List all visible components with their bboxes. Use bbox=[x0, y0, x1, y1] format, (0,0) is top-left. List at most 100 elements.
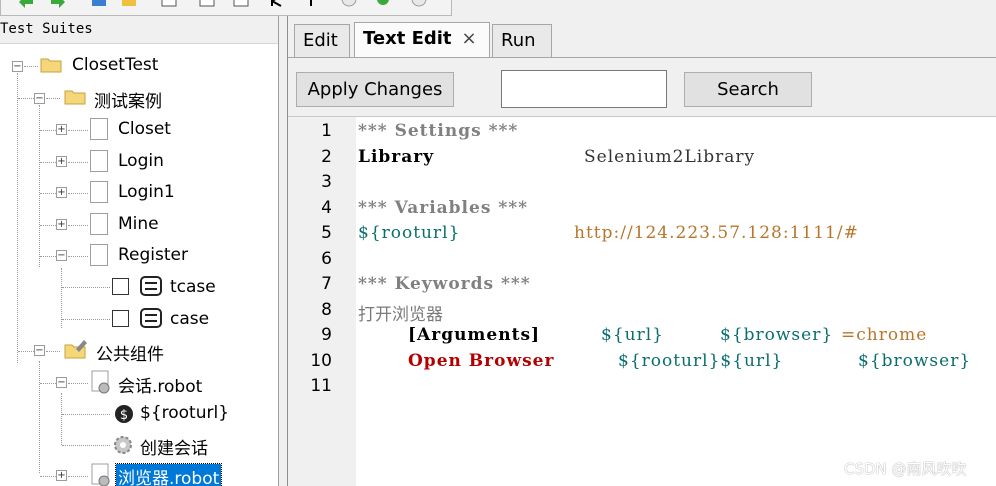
open-browser-browser-arg: ${browser} bbox=[858, 351, 972, 371]
search-button[interactable]: Search bbox=[684, 72, 812, 107]
text-editor[interactable]: 1 2 3 4 5 6 7 8 9 10 11 *** Settings ***… bbox=[288, 116, 996, 486]
case-checkbox[interactable] bbox=[112, 310, 129, 327]
argument-browser: ${browser} bbox=[720, 325, 834, 345]
tree-line bbox=[40, 383, 56, 384]
tree-item-test-cases[interactable]: 测试案例 bbox=[94, 87, 162, 112]
variables-header: *** Variables *** bbox=[358, 198, 528, 218]
expand-icon[interactable]: + bbox=[56, 187, 67, 198]
new-file-icon[interactable] bbox=[91, 0, 107, 10]
line-number: 11 bbox=[310, 376, 332, 396]
resource-file-icon bbox=[91, 463, 110, 486]
argument-default: =chrome bbox=[841, 325, 928, 345]
file-icon bbox=[90, 150, 108, 172]
line-number: 4 bbox=[321, 198, 332, 218]
tree-line bbox=[68, 476, 88, 477]
tab-text-edit[interactable]: Text Edit × bbox=[354, 22, 490, 58]
save-all-icon[interactable] bbox=[199, 0, 215, 10]
collapse-icon[interactable]: − bbox=[56, 250, 67, 261]
tree-item-mine[interactable]: Mine bbox=[118, 214, 159, 234]
refresh-icon[interactable] bbox=[375, 0, 391, 10]
tree-item-register[interactable]: Register bbox=[118, 245, 188, 265]
editor-panel: Edit Text Edit × Run Apply Changes Search… bbox=[287, 16, 996, 486]
expand-icon[interactable]: + bbox=[56, 470, 67, 481]
tab-run[interactable]: Run bbox=[492, 24, 552, 57]
tree-item-closettest[interactable]: ClosetTest bbox=[72, 55, 158, 75]
test-suites-header: Test Suites bbox=[0, 16, 278, 44]
tree-line bbox=[40, 256, 56, 257]
library-keyword: Library bbox=[358, 147, 435, 167]
collapse-icon[interactable]: − bbox=[12, 61, 23, 72]
open-folder-icon[interactable] bbox=[121, 0, 137, 10]
collapse-icon[interactable]: − bbox=[56, 377, 67, 388]
search-input[interactable] bbox=[501, 70, 667, 108]
line-number: 7 bbox=[321, 274, 332, 294]
expand-icon[interactable]: + bbox=[56, 124, 67, 135]
save-icon[interactable] bbox=[161, 0, 177, 10]
code-area[interactable]: *** Settings *** Library Selenium2Librar… bbox=[358, 117, 996, 486]
tree-line bbox=[62, 319, 110, 320]
tree-item-login[interactable]: Login bbox=[118, 151, 164, 171]
tab-edit[interactable]: Edit bbox=[294, 24, 350, 57]
tree-line bbox=[68, 225, 88, 226]
tree-item-login1[interactable]: Login1 bbox=[118, 182, 175, 202]
robot-icon bbox=[140, 308, 162, 328]
tab-edit-label: Edit bbox=[303, 30, 338, 51]
close-tab-icon[interactable]: × bbox=[462, 28, 477, 49]
editor-button-bar: Apply Changes Search bbox=[288, 58, 996, 116]
folder-icon bbox=[40, 58, 62, 73]
tree-line bbox=[46, 351, 60, 352]
tree-item-tcase[interactable]: tcase bbox=[170, 277, 216, 297]
cut-icon[interactable] bbox=[269, 0, 285, 10]
edit-folder-icon bbox=[64, 340, 87, 359]
line-number: 3 bbox=[321, 172, 332, 192]
expand-icon[interactable]: + bbox=[56, 219, 67, 230]
tree-line bbox=[68, 383, 88, 384]
pin-icon[interactable] bbox=[303, 0, 319, 10]
file-icon bbox=[90, 118, 108, 140]
forward-arrow-icon[interactable] bbox=[49, 0, 65, 10]
tree-line bbox=[40, 162, 56, 163]
tree-item-case[interactable]: case bbox=[170, 309, 209, 329]
collapse-icon[interactable]: − bbox=[34, 345, 45, 356]
tree-line bbox=[68, 193, 88, 194]
file-icon bbox=[90, 181, 108, 203]
collapse-icon[interactable]: − bbox=[34, 93, 45, 104]
line-number: 2 bbox=[321, 147, 332, 167]
line-number: 1 bbox=[321, 121, 332, 141]
file-icon bbox=[90, 213, 108, 235]
test-suites-panel: Test Suites − ClosetTest − 测试案例 + Closet… bbox=[0, 16, 279, 486]
resource-file-icon bbox=[91, 370, 110, 394]
open-browser-keyword: Open Browser bbox=[408, 351, 555, 371]
tcase-checkbox[interactable] bbox=[112, 278, 129, 295]
tree-item-closet[interactable]: Closet bbox=[118, 119, 171, 139]
line-number: 8 bbox=[321, 300, 332, 320]
tree-line bbox=[62, 287, 110, 288]
line-number: 5 bbox=[321, 223, 332, 243]
tree-item-browser-robot[interactable]: 浏览器.robot bbox=[114, 463, 223, 486]
tree-line bbox=[17, 73, 18, 363]
settings-icon[interactable] bbox=[411, 0, 427, 10]
toolbar-group bbox=[0, 0, 452, 16]
tree-line bbox=[68, 130, 88, 131]
apply-changes-button[interactable]: Apply Changes bbox=[296, 72, 454, 107]
tree-line bbox=[61, 393, 62, 445]
tab-run-label: Run bbox=[501, 30, 536, 51]
robot-icon bbox=[140, 276, 162, 296]
variable-name: ${rooturl} bbox=[358, 223, 461, 243]
stop-icon[interactable] bbox=[341, 0, 357, 10]
line-number-gutter: 1 2 3 4 5 6 7 8 9 10 11 bbox=[288, 117, 356, 486]
tree-line bbox=[62, 445, 110, 446]
library-name: Selenium2Library bbox=[584, 147, 756, 167]
tree-item-session-robot[interactable]: 会话.robot bbox=[118, 372, 202, 397]
watermark: CSDN @南风吹吹 bbox=[844, 460, 967, 478]
main-toolbar bbox=[0, 0, 996, 16]
tree-item-create-session[interactable]: 创建会话 bbox=[140, 434, 208, 459]
print-icon[interactable] bbox=[233, 0, 249, 10]
tree-item-common-components[interactable]: 公共组件 bbox=[96, 340, 164, 365]
back-arrow-icon[interactable] bbox=[19, 0, 35, 10]
tree-line bbox=[68, 162, 88, 163]
expand-icon[interactable]: + bbox=[56, 156, 67, 167]
argument-url: ${url} bbox=[601, 325, 664, 345]
tree-line bbox=[24, 66, 38, 67]
tree-item-rooturl[interactable]: ${rooturl} bbox=[140, 403, 229, 423]
